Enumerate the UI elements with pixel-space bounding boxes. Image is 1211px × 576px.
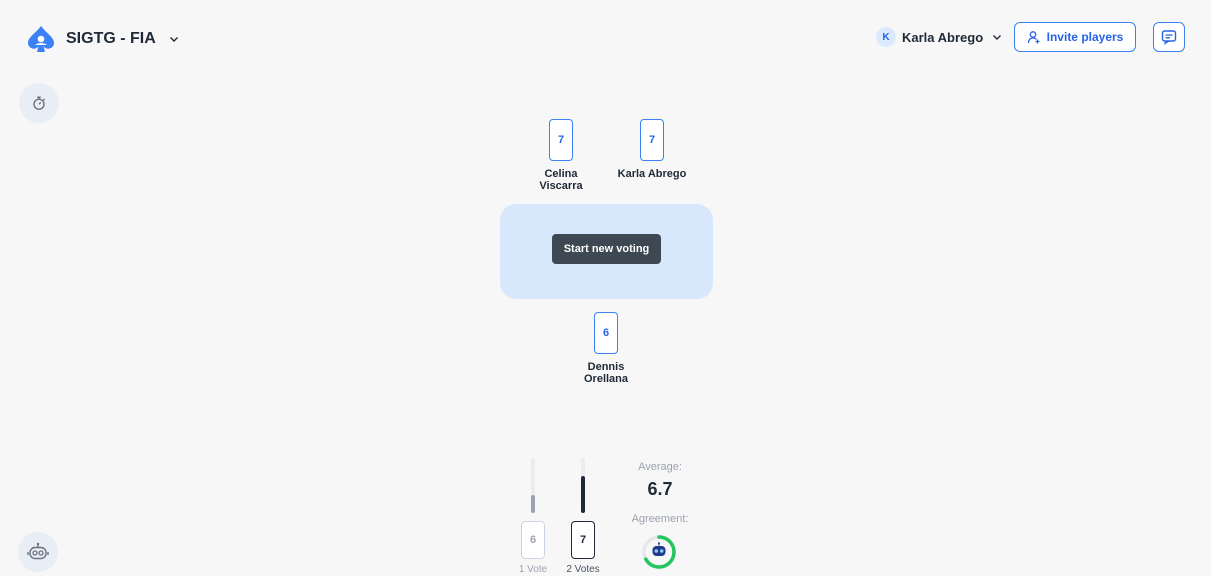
room-name: SIGTG - FIA xyxy=(66,30,156,47)
start-new-voting-button[interactable]: Start new voting xyxy=(551,233,662,264)
vote-count: 1 Vote xyxy=(518,564,548,575)
agreement-gauge xyxy=(642,535,676,569)
player-name: Celina Viscarra xyxy=(539,168,583,192)
timer-button[interactable] xyxy=(19,83,59,123)
player-seat: 7 Celina Viscarra xyxy=(521,119,601,192)
average-label: Average: xyxy=(638,461,682,473)
add-user-icon xyxy=(1027,31,1040,44)
chat-icon xyxy=(1161,30,1177,45)
chevron-down-icon xyxy=(993,35,1002,40)
vote-result-6: 6 1 Vote xyxy=(513,458,553,575)
vote-count: 2 Votes xyxy=(566,564,600,575)
vote-bar-fill xyxy=(581,476,585,513)
vote-result-7: 7 2 Votes xyxy=(563,458,603,575)
bot-button[interactable] xyxy=(18,532,58,572)
user-name: Karla Abrego xyxy=(902,29,984,45)
agreement-label: Agreement: xyxy=(631,513,689,525)
player-seat: 6 Dennis Orellana xyxy=(566,312,646,385)
vote-bar-track xyxy=(581,458,585,513)
user-menu[interactable]: K Karla Abrego xyxy=(876,27,1002,47)
player-name: Dennis Orellana xyxy=(583,361,629,385)
average-value: 6.7 xyxy=(647,479,673,499)
spade-logo-icon xyxy=(28,26,54,52)
player-card: 7 xyxy=(549,119,573,161)
vote-bar-fill xyxy=(531,494,535,513)
vote-card: 6 xyxy=(521,521,545,559)
player-card: 6 xyxy=(594,312,618,354)
robot-icon xyxy=(27,542,49,560)
player-name: Karla Abrego xyxy=(617,168,687,180)
player-card: 7 xyxy=(640,119,664,161)
vote-card: 7 xyxy=(571,521,595,559)
chat-button[interactable] xyxy=(1153,22,1185,52)
invite-players-label: Invite players xyxy=(1046,30,1124,44)
voting-table: Start new voting xyxy=(500,204,713,299)
player-seat: 7 Karla Abrego xyxy=(612,119,692,180)
stopwatch-icon xyxy=(33,96,46,110)
vote-bar-track xyxy=(531,458,535,513)
invite-players-button[interactable]: Invite players xyxy=(1014,22,1136,52)
robot-icon xyxy=(652,542,666,556)
top-bar: SIGTG - FIA K Karla Abrego Invite player… xyxy=(0,0,1211,75)
avatar: K xyxy=(876,27,896,47)
chevron-down-icon xyxy=(169,37,178,42)
room-selector[interactable]: SIGTG - FIA xyxy=(26,24,179,54)
